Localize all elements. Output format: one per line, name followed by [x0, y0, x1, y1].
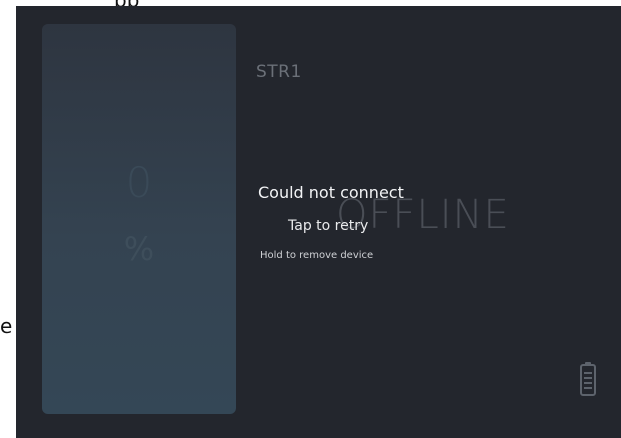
remove-device-hint[interactable]: Hold to remove device — [260, 250, 373, 261]
level-value: 0 — [125, 158, 153, 207]
connection-error-title: Could not connect — [258, 183, 404, 202]
level-card: 0 % — [42, 24, 236, 414]
device-name: STR1 — [256, 62, 302, 82]
battery-icon — [580, 362, 596, 396]
retry-button[interactable]: Tap to retry — [288, 218, 368, 234]
level-unit: % — [123, 230, 155, 268]
screen: pp e 0 % STR1 OFFLINE Could not connect … — [0, 0, 621, 438]
background-text-fragment-left: e — [0, 314, 13, 338]
device-tile[interactable]: 0 % STR1 OFFLINE Could not connect Tap t… — [16, 6, 621, 438]
